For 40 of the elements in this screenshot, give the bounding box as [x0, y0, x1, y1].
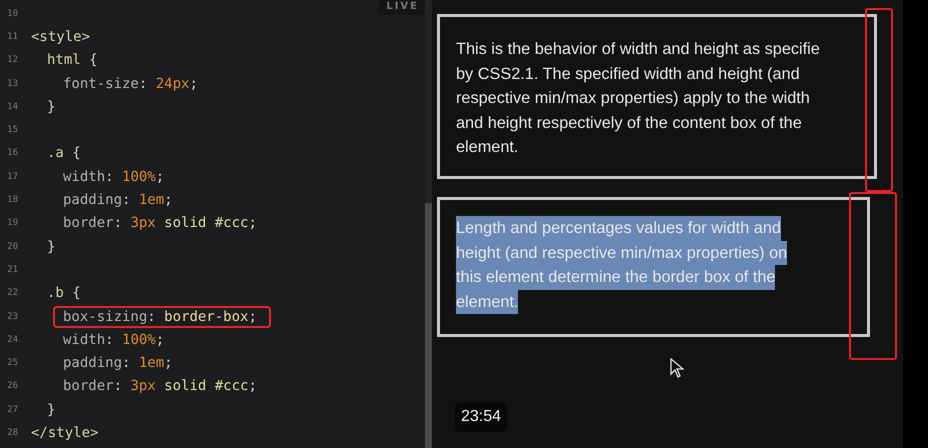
code-line: padding: 1em; [62, 191, 174, 210]
line-number: 13 [6, 78, 18, 89]
line-number: 21 [6, 264, 18, 275]
code-line: font-size: 24px; [62, 74, 199, 94]
code-line: } [46, 98, 56, 117]
line-number: 25 [6, 358, 18, 368]
code-line: border: 3px solid #ccc; [62, 377, 258, 396]
line-number: 15 [6, 125, 18, 136]
code-line: border: 3px solid #ccc; [62, 214, 258, 234]
line-number: 23 [6, 312, 18, 322]
line-number: 17 [6, 172, 18, 182]
line-number: 27 [6, 404, 18, 415]
code-line: } [46, 400, 56, 420]
line-number: 19 [6, 218, 18, 228]
code-line: width: 100%; [62, 330, 166, 350]
code-line: .a { [46, 144, 82, 164]
line-number: 22 [6, 288, 18, 298]
code-line: padding: 1em; [62, 354, 174, 374]
code-line: </style> [30, 424, 100, 443]
line-number: 28 [6, 428, 18, 438]
line-number: 14 [6, 102, 18, 112]
line-number: 20 [6, 242, 18, 252]
line-number: 12 [6, 55, 18, 66]
paragraph: Length and percentages values for width and height (and respective min/max properties) on this element determine the border box of the element. [456, 216, 851, 314]
live-badge: LIVE [378, 0, 425, 15]
video-timestamp: 23:54 [455, 402, 508, 432]
code-line: <style> [30, 28, 92, 47]
mouse-cursor-icon [670, 358, 684, 378]
code-line: html { [46, 51, 99, 70]
line-number: 11 [6, 32, 18, 42]
line-number: 16 [6, 148, 18, 158]
line-number: 10 [6, 8, 18, 19]
code-line: width: 100%; [62, 168, 166, 187]
code-line: .b { [46, 284, 82, 304]
line-number: 26 [6, 381, 18, 392]
code-line: } [46, 238, 56, 257]
paragraph: This is the behavior of width and height as specifie by CSS2.1. The specified width and height (and respective min/max properties) apply to the width and height respectively of the content box of the element. [456, 39, 821, 158]
line-number: 24 [6, 334, 18, 345]
scrollbar-thumb[interactable] [425, 203, 432, 448]
line-number: 18 [6, 195, 18, 206]
